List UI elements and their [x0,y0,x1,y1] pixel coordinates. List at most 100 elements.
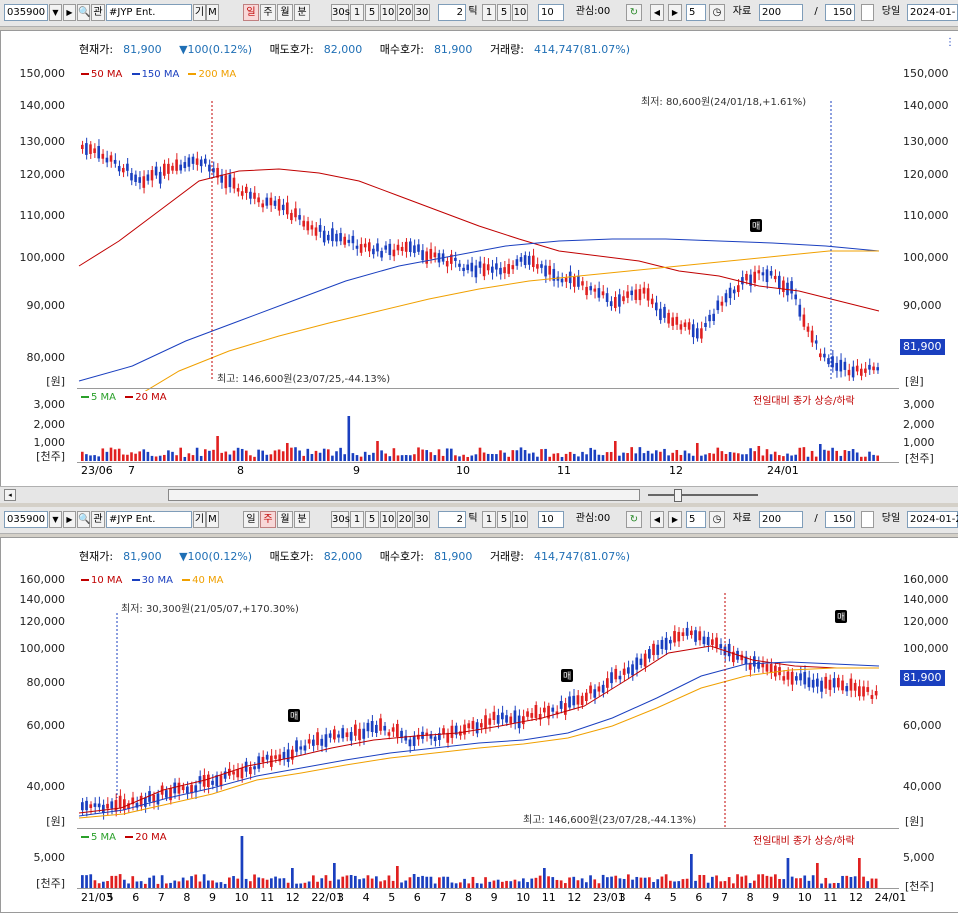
gi-button[interactable]: 기 [193,4,206,21]
play-icon[interactable]: ▶ [63,511,76,528]
candle-body [240,767,244,779]
candle-body [509,716,513,724]
tick-1-button[interactable]: 1 [482,4,496,21]
zoom-slider[interactable] [648,494,758,496]
candle-body [102,804,105,813]
volume-bar [471,876,475,888]
period-minute-button[interactable]: 분 [294,4,310,21]
min-10-button[interactable]: 10 [380,4,396,21]
next-icon[interactable]: ▶ [668,4,682,21]
candle-body [359,244,363,253]
today-checkbox[interactable] [861,4,874,21]
tick-count-input[interactable]: 2 [438,4,466,21]
quote-bar: 현재가: 81,900 ▼100(0.12%) 매도호가: 82,000 매수호가:… [79,41,630,59]
period-month-button[interactable]: 월 [277,4,293,21]
tick-select-input[interactable]: 10 [538,4,564,21]
min-20-button[interactable]: 20 [397,4,413,21]
prev-icon[interactable]: ◀ [650,511,664,528]
x-tick: 10 [516,891,531,904]
date-input[interactable]: 2024-01-2 [907,511,958,528]
volume-bar [663,448,666,461]
zoom-handle[interactable] [674,489,682,502]
refresh-icon[interactable]: ↻ [626,511,642,528]
y-tick-left: 60,000 [26,719,66,732]
min-1-button[interactable]: 1 [350,511,364,528]
candle-body [312,739,315,746]
candle-body [93,803,97,807]
data-count-select[interactable]: 200 [759,4,803,21]
dropdown-icon[interactable]: ▼ [49,511,62,528]
stock-name-field[interactable]: #JYP Ent. [106,4,192,21]
candle-body [366,722,370,732]
period-week-button[interactable]: 주 [260,511,276,528]
clock-icon[interactable]: ◷ [709,4,725,21]
prev-icon[interactable]: ◀ [650,4,664,21]
candle-body [134,174,137,182]
tick-5-button[interactable]: 5 [497,4,511,21]
min-20-button[interactable]: 20 [397,511,413,528]
candle-body [715,637,718,648]
tick-select-input[interactable]: 10 [538,511,564,528]
dropdown-icon[interactable]: ▼ [49,4,62,21]
date-input[interactable]: 2024-01- [907,4,958,21]
period-day-button[interactable]: 일 [243,4,259,21]
min-30-button[interactable]: 30 [414,4,430,21]
step-input[interactable]: 5 [686,4,706,21]
sec-30-button[interactable]: 30s [331,511,350,528]
view-count-input[interactable]: 150 [825,4,855,21]
min-10-button[interactable]: 10 [380,511,396,528]
volume-bar [183,456,187,461]
min-1-button[interactable]: 1 [350,4,364,21]
period-day-button[interactable]: 일 [243,511,259,528]
gi-button[interactable]: 기 [193,511,206,528]
chart-scrollbar[interactable]: ◂ [0,486,958,503]
search-icon[interactable]: 🔍 [77,4,90,21]
volume-bar [745,454,748,461]
stock-code-input[interactable]: 035900 [4,511,48,528]
candle-body [358,728,361,741]
candle-body [551,707,555,712]
menu-icon[interactable]: ⋮ [945,37,955,48]
min-5-button[interactable]: 5 [365,511,379,528]
tick-5-button[interactable]: 5 [497,511,511,528]
volume-bar [727,877,731,888]
stock-name-field[interactable]: #JYP Ent. [106,511,192,528]
stock-code-input[interactable]: 035900 [4,4,48,21]
candle-body [282,751,286,760]
group-button[interactable]: 관 [91,4,105,21]
scroll-thumb[interactable] [168,489,640,501]
data-count-select[interactable]: 200 [759,511,803,528]
period-week-button[interactable]: 주 [260,4,276,21]
tick-1-button[interactable]: 1 [482,511,496,528]
min-30-button[interactable]: 30 [414,511,430,528]
min-5-button[interactable]: 5 [365,4,379,21]
chart-area[interactable]: 현재가: 81,900 ▼100(0.12%) 매도호가: 82,000 매수호가:… [0,537,958,913]
tick-count-input[interactable]: 2 [438,511,466,528]
next-icon[interactable]: ▶ [668,511,682,528]
search-icon[interactable]: 🔍 [77,511,90,528]
y-tick-right: 100,000 [903,642,949,655]
refresh-icon[interactable]: ↻ [626,4,642,21]
chart-area[interactable]: 현재가: 81,900 ▼100(0.12%) 매도호가: 82,000 매수호가:… [0,30,958,487]
scroll-left-icon[interactable]: ◂ [4,489,16,501]
clock-icon[interactable]: ◷ [709,511,725,528]
step-input[interactable]: 5 [686,511,706,528]
tick-10-button[interactable]: 10 [512,511,528,528]
volume-bar [109,447,113,461]
period-month-button[interactable]: 월 [277,511,293,528]
period-minute-button[interactable]: 분 [294,511,310,528]
volume-bar [278,878,282,888]
today-checkbox[interactable] [861,511,874,528]
sec-30-button[interactable]: 30s [331,4,350,21]
candle-body [548,265,551,275]
volume-bar [429,452,433,461]
volume-bar [391,880,395,888]
group-button[interactable]: 관 [91,511,105,528]
m-button[interactable]: M [206,4,219,21]
m-button[interactable]: M [206,511,219,528]
view-count-input[interactable]: 150 [825,511,855,528]
volume-bar [320,878,324,888]
volume-bar [753,880,756,888]
tick-10-button[interactable]: 10 [512,4,528,21]
play-icon[interactable]: ▶ [63,4,76,21]
